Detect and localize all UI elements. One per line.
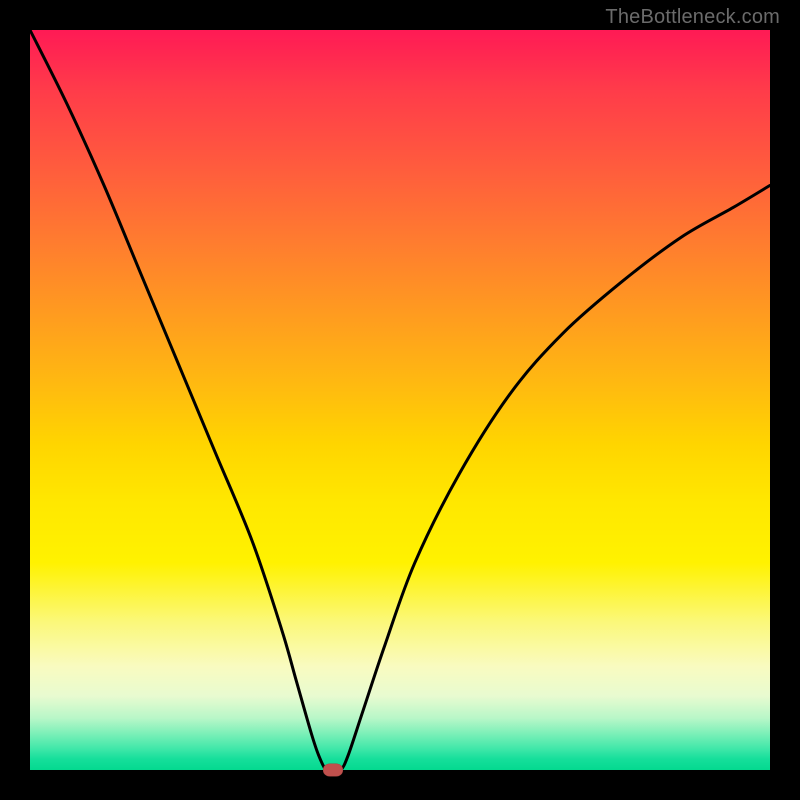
optimal-point-marker	[323, 764, 343, 777]
attribution-label: TheBottleneck.com	[605, 6, 780, 29]
plot-area	[30, 30, 770, 770]
chart-frame: TheBottleneck.com	[0, 0, 800, 800]
bottleneck-curve	[30, 30, 770, 770]
